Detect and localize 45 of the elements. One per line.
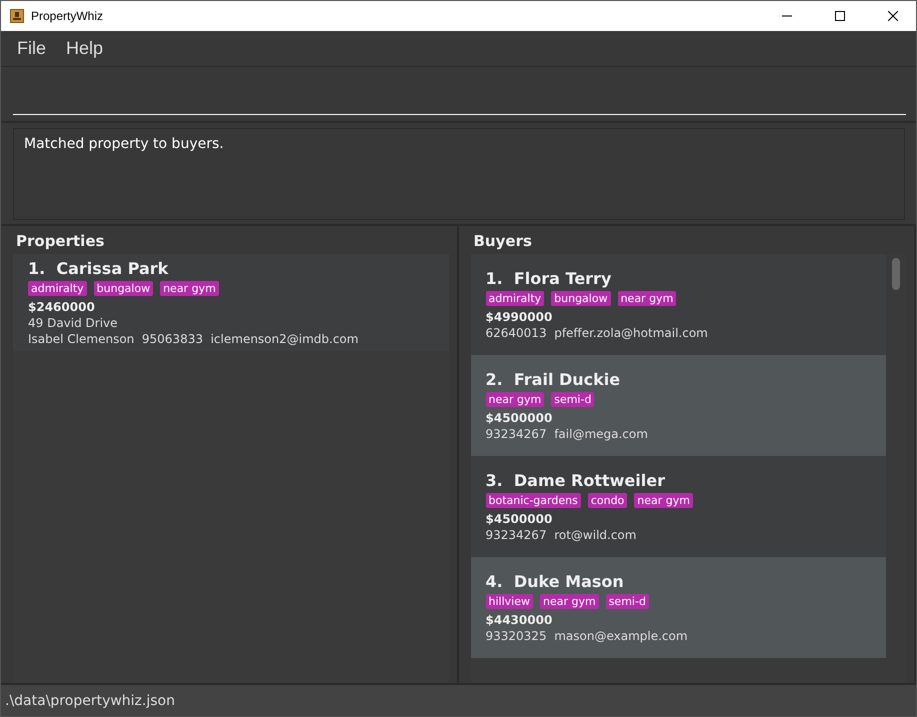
- menu-item[interactable]: Help: [58, 34, 112, 63]
- card-title: 3. Dame Rottweiler: [486, 471, 666, 490]
- tag: near gym: [160, 281, 219, 296]
- card-title: 4. Duke Mason: [486, 572, 625, 591]
- result-display: Matched property to buyers.: [13, 128, 905, 220]
- price: $4500000: [486, 411, 554, 425]
- app-icon: [10, 9, 24, 23]
- contact-line: 93234267 rot@wild.com: [486, 528, 638, 542]
- window-title: PropertyWhiz: [31, 9, 104, 23]
- contact-line: Isabel Clemenson 95063833 iclemenson2@imdb.com: [28, 332, 360, 346]
- close-icon: [888, 11, 898, 21]
- tag: near gym: [634, 493, 694, 508]
- tag: near gym: [540, 594, 599, 609]
- contact-line: 93320325 mason@example.com: [486, 629, 689, 643]
- buyer-card[interactable]: 3. Dame Rottweiler botanic-gardens condo near gym $4500000 93234267 rot@wild.com: [470, 456, 886, 557]
- price: $4430000: [486, 613, 554, 627]
- tag: bungalow: [94, 281, 154, 296]
- buyer-card[interactable]: 2. Frail Duckie near gym semi-d $4500000 93234267 fail@mega.com: [470, 355, 886, 456]
- card-title: 1. Flora Terry: [486, 269, 612, 288]
- property-card[interactable]: 1. Carissa Park admiralty bungalow near gym $2460000 49 David Drive Isabel Clemenson 95063833 iclemenson2@imdb.com: [13, 254, 448, 351]
- tag: semi-d: [606, 594, 649, 609]
- tag: botanic-gardens: [486, 493, 581, 508]
- price: $4500000: [486, 512, 554, 526]
- menu-item[interactable]: File: [9, 34, 54, 63]
- address: 49 David Drive: [28, 316, 119, 330]
- price: $2460000: [28, 300, 96, 314]
- tag: admiralty: [28, 281, 87, 296]
- buyer-card[interactable]: 4. Duke Mason hillview near gym semi-d $4430000 93320325 mason@example.com: [470, 557, 886, 658]
- price: $4990000: [486, 310, 554, 324]
- card-title: 1. Carissa Park: [28, 259, 170, 278]
- tag: admiralty: [486, 291, 544, 306]
- tag: hillview: [486, 594, 533, 609]
- buyer-card[interactable]: 1. Flora Terry admiralty bungalow near gym $4990000 62640013 pfeffer.zola@hotmail.com: [470, 254, 886, 355]
- tag: condo: [588, 493, 628, 508]
- tag: bungalow: [551, 291, 611, 306]
- file-path: .\data\propertywhiz.json: [5, 692, 175, 708]
- contact-line: 62640013 pfeffer.zola@hotmail.com: [486, 326, 709, 340]
- panel-title: Buyers: [472, 231, 533, 252]
- contact-line: 93234267 fail@mega.com: [486, 427, 649, 441]
- card-title: 2. Frail Duckie: [486, 370, 622, 389]
- tag: near gym: [618, 291, 676, 306]
- maximize-icon: [835, 11, 845, 21]
- panel-title: Properties: [15, 231, 106, 252]
- tag: near gym: [486, 392, 544, 407]
- tag: semi-d: [551, 392, 594, 407]
